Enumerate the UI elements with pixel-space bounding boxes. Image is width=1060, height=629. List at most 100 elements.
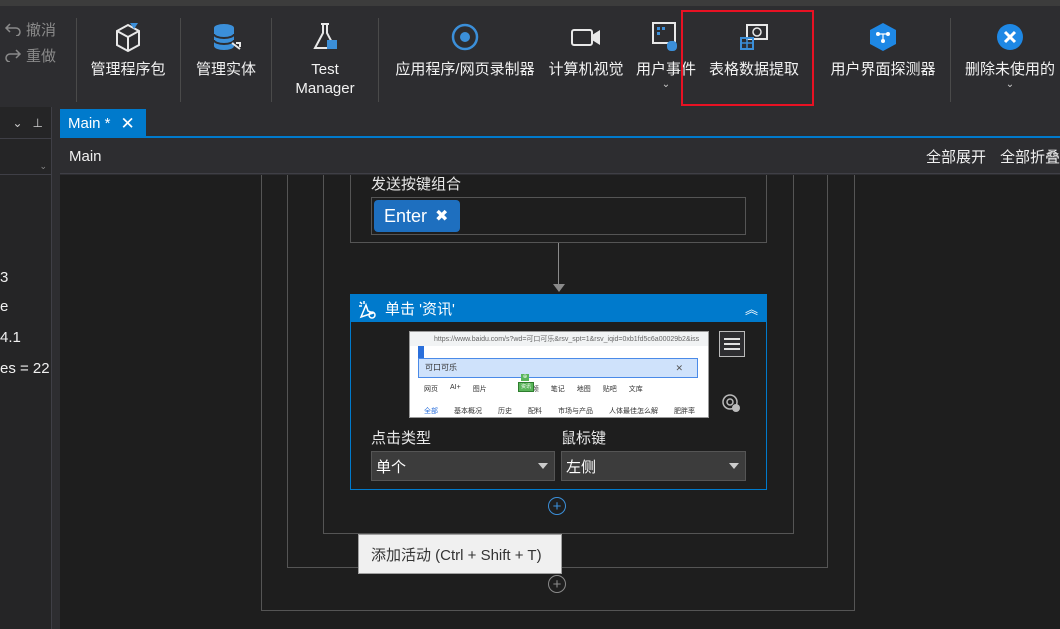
ribbon-separator <box>378 18 379 102</box>
manage-entities-button[interactable]: 管理实体 <box>188 14 264 104</box>
add-activity-plus-icon[interactable]: + <box>548 575 566 593</box>
ui-explorer-icon <box>870 23 896 51</box>
screenshot-link: 笔记 <box>550 386 565 393</box>
screenshot-subnav-item: 全部 <box>424 408 438 415</box>
send-hotkey-label: 发送按键组合 <box>371 176 462 193</box>
panel-header: ⌄ ⊥ <box>0 107 51 139</box>
undo-redo-group: 撤消 重做 <box>0 16 70 68</box>
redo-button[interactable]: 重做 <box>0 42 70 68</box>
mouse-button-select[interactable]: 左侧 <box>561 451 746 481</box>
app-web-recorder-button[interactable]: 应用程序/网页录制器 <box>390 14 540 104</box>
ribbon-separator <box>950 18 951 102</box>
panel-search[interactable]: ⌄ <box>0 139 51 175</box>
chevron-down-icon[interactable]: ⌄ <box>12 116 22 130</box>
redo-label: 重做 <box>26 47 57 65</box>
click-type-value: 单个 <box>376 458 407 476</box>
screenshot-query: 可口可乐 <box>425 363 457 372</box>
enter-key-chip[interactable]: Enter ✖ <box>374 200 460 232</box>
designer-header: Main 全部展开 全部折叠 <box>60 140 1060 174</box>
remove-icon <box>997 24 1023 50</box>
panel-line: 4.1 <box>0 329 21 346</box>
chevron-down-icon: ⌄ <box>661 79 671 90</box>
ribbon-separator <box>271 18 272 102</box>
connector-line <box>558 243 559 285</box>
remove-key-icon[interactable]: ✖ <box>435 206 448 226</box>
add-activity-plus-icon[interactable]: + <box>548 497 566 515</box>
caret-down-icon <box>538 463 548 469</box>
highlight-box <box>681 10 814 106</box>
user-events-icon <box>652 22 677 51</box>
screenshot-subnav-item: 人体最佳怎么解 <box>609 408 658 415</box>
close-icon[interactable]: ✕ <box>121 115 135 132</box>
expand-all-link[interactable]: 全部展开 <box>926 146 986 167</box>
screenshot-subnav-item: 基本概况 <box>454 408 482 415</box>
record-icon <box>451 23 479 51</box>
pin-icon[interactable]: ⊥ <box>33 116 43 130</box>
test-manager-button[interactable]: Test Manager <box>282 14 368 104</box>
breadcrumb[interactable]: Main <box>69 148 102 165</box>
collapse-icon[interactable]: ︽ <box>745 299 758 318</box>
undo-label: 撤消 <box>26 21 57 39</box>
panel-line: e <box>0 298 9 315</box>
caret-down-icon <box>729 463 739 469</box>
target-icon[interactable] <box>721 393 741 413</box>
screenshot-link: 贴吧 <box>602 386 617 393</box>
ui-explorer-button[interactable]: 用户界面探测器 <box>826 14 940 104</box>
mouse-button-value: 左侧 <box>566 458 597 476</box>
connector-arrow <box>553 284 565 292</box>
screenshot-clear-icon: ✕ <box>675 363 683 373</box>
chevron-down-icon: ⌄ <box>1005 79 1015 90</box>
database-icon <box>213 24 241 50</box>
screenshot-subnav: 全部 基本概况 历史 配料 市场与产品 人体最佳怎么解 肥胖率 <box>424 406 695 416</box>
screenshot-search-box: 可口可乐 ✕ <box>418 358 698 378</box>
screenshot-subnav-item: 配料 <box>528 408 542 415</box>
panel-line: 3 <box>0 269 9 286</box>
computer-vision-label: 计算机视觉 <box>548 61 624 78</box>
screenshot-link: 地图 <box>576 386 591 393</box>
screenshot-link: 网页 <box>424 386 438 393</box>
screenshot-link: 资讯 <box>498 386 513 393</box>
click-activity[interactable]: 单击 '资讯' ︽ https://www.baidu.com/s?wd=可口可… <box>350 294 767 490</box>
undo-button[interactable]: 撤消 <box>0 16 70 42</box>
manage-packages-button[interactable]: 管理程序包 <box>86 14 170 104</box>
options-menu-button[interactable] <box>719 331 745 357</box>
click-icon <box>359 300 376 319</box>
click-type-select[interactable]: 单个 <box>371 451 555 481</box>
tab-label: Main * <box>68 115 111 132</box>
screenshot-subnav-item: 历史 <box>498 408 512 415</box>
screenshot-link: AI+ <box>450 384 461 391</box>
ribbon-separator <box>76 18 77 102</box>
ribbon-separator <box>180 18 181 102</box>
target-marker: 资讯 <box>518 382 534 392</box>
app-web-recorder-label: 应用程序/网页录制器 <box>395 61 535 78</box>
workflow-canvas[interactable]: 发送按键组合 Enter ✖ 单击 '资讯' ︽ https://www.bai… <box>60 175 1060 629</box>
screenshot-subnav-item: 肥胖率 <box>674 408 695 415</box>
click-activity-header[interactable]: 单击 '资讯' ︽ <box>351 295 766 322</box>
collapse-all-link[interactable]: 全部折叠 <box>1000 146 1060 167</box>
enter-key-label: Enter <box>384 205 428 226</box>
hotkey-input[interactable]: Enter ✖ <box>371 197 746 235</box>
package-icon <box>116 23 140 53</box>
panel-line: es = 22. <box>0 360 52 377</box>
mouse-button-label: 鼠标键 <box>561 430 607 447</box>
manage-entities-label: 管理实体 <box>195 61 256 78</box>
test-manager-label: Test Manager <box>295 61 355 97</box>
camera-icon <box>571 29 600 46</box>
screenshot-link: 图片 <box>472 386 487 393</box>
screenshot-subnav-item: 市场与产品 <box>558 408 593 415</box>
flask-icon <box>313 23 337 49</box>
left-panel: ⌄ ⊥ ⌄ 3 e 4.1 es = 22. <box>0 107 52 629</box>
redo-icon <box>5 49 22 62</box>
scroll-chevron-icon[interactable]: ⌄ <box>39 161 47 172</box>
manage-packages-label: 管理程序包 <box>90 61 166 78</box>
screenshot-url-bar: https://www.baidu.com/s?wd=可口可乐&rsv_spt=… <box>410 332 708 346</box>
tab-main[interactable]: Main * ✕ <box>60 109 146 138</box>
remove-unused-label: 删除未使用的 <box>964 61 1055 78</box>
computer-vision-button[interactable]: 计算机视觉 <box>546 14 626 104</box>
anchor-marker: ⊕ <box>521 374 529 381</box>
click-type-label: 点击类型 <box>371 430 432 447</box>
undo-icon <box>4 23 21 36</box>
remove-unused-button[interactable]: 删除未使用的 ⌄ <box>960 14 1060 104</box>
add-activity-tooltip: 添加活动 (Ctrl + Shift + T) <box>358 534 562 574</box>
document-tabbar: Main * ✕ <box>60 107 1060 138</box>
